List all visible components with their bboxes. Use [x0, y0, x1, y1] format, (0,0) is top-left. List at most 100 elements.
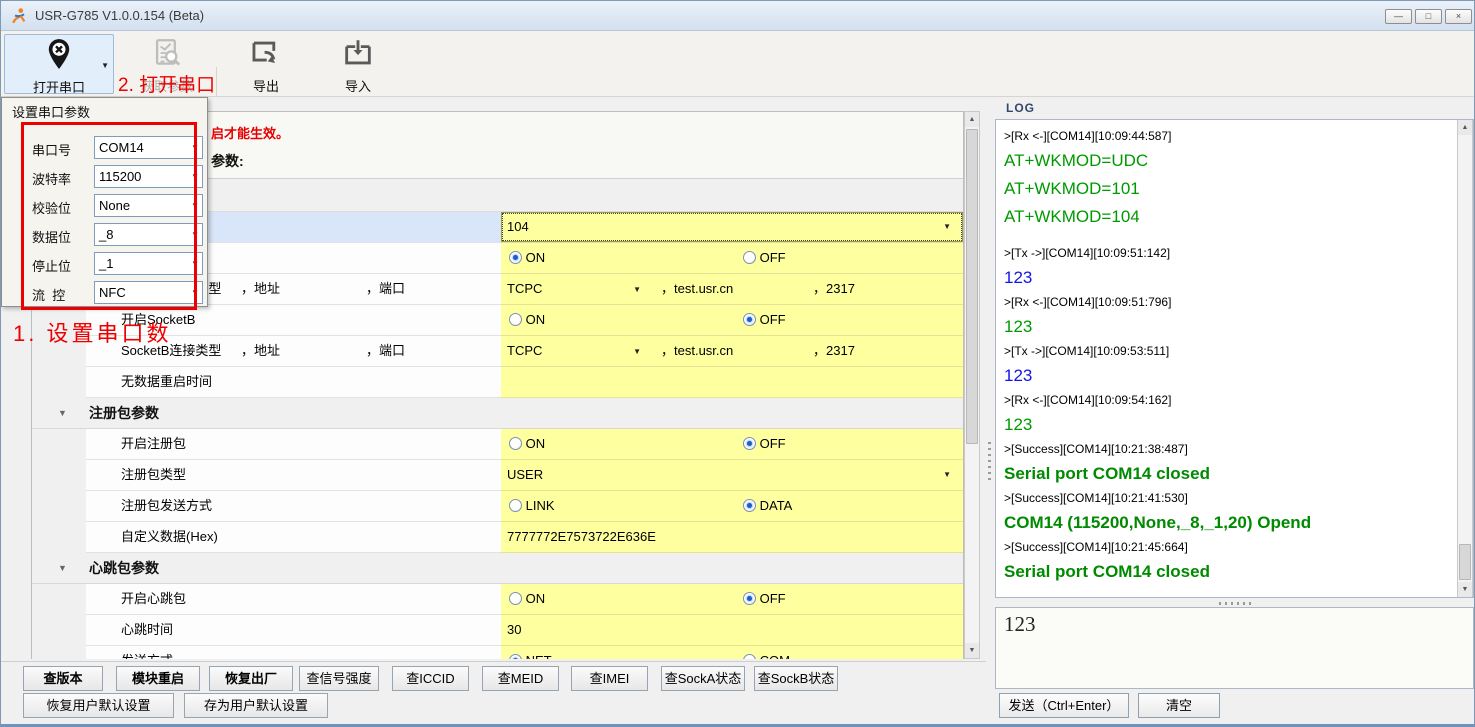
- radio-icon[interactable]: [743, 499, 756, 512]
- radio-label: OFF: [756, 591, 786, 606]
- radio-icon[interactable]: [509, 592, 522, 605]
- log-line: >[Rx <-][COM14][10:09:51:796]: [1004, 292, 1444, 313]
- section-title: 心跳包参数: [89, 553, 159, 583]
- combo-arrow-icon[interactable]: ▼: [191, 282, 199, 304]
- protocol-dropdown[interactable]: TCPC▼: [507, 340, 647, 363]
- radio-option[interactable]: ON: [509, 584, 545, 614]
- radio-label: ON: [522, 591, 545, 606]
- radio-icon[interactable]: [743, 251, 756, 264]
- radio-option[interactable]: OFF: [743, 584, 786, 614]
- command-button[interactable]: 恢复用户默认设置: [23, 693, 174, 718]
- command-button[interactable]: 模块重启: [116, 666, 200, 691]
- command-button[interactable]: 恢复出厂: [209, 666, 293, 691]
- serial-field-combobox[interactable]: _1▼: [94, 252, 203, 275]
- scroll-up-icon[interactable]: ▲: [965, 112, 979, 127]
- combo-arrow-icon[interactable]: ▼: [191, 166, 199, 188]
- radio-option[interactable]: ON: [509, 243, 545, 273]
- dropdown-arrow-icon[interactable]: ▼: [943, 212, 951, 242]
- serial-field-combobox[interactable]: NFC▼: [94, 281, 203, 304]
- radio-icon[interactable]: [743, 654, 756, 659]
- row-label: 注册包类型: [121, 460, 186, 490]
- minimize-button[interactable]: —: [1385, 9, 1412, 24]
- port-value[interactable]: ，2317: [813, 336, 855, 366]
- combo-arrow-icon[interactable]: ▼: [191, 137, 199, 159]
- command-button[interactable]: 查MEID: [482, 666, 559, 691]
- combo-arrow-icon[interactable]: ▼: [191, 253, 199, 275]
- radio-icon[interactable]: [743, 313, 756, 326]
- section-header[interactable]: ▼ 心跳包参数: [32, 553, 963, 584]
- row-value-cell: [501, 367, 963, 398]
- clear-button[interactable]: 清空: [1138, 693, 1220, 718]
- combo-arrow-icon[interactable]: ▼: [191, 224, 199, 246]
- protocol-dropdown[interactable]: TCPC▼: [507, 278, 647, 301]
- open-serial-button[interactable]: 打开串口 ▼: [4, 34, 114, 94]
- vertical-splitter[interactable]: [986, 97, 993, 661]
- log-splitter-handle-icon: [1219, 602, 1253, 605]
- value-dropdown[interactable]: 104▼: [501, 212, 963, 242]
- collapse-triangle-icon[interactable]: ▼: [58, 553, 67, 583]
- command-button[interactable]: 查ICCID: [392, 666, 469, 691]
- radio-icon[interactable]: [509, 313, 522, 326]
- log-scroll-down-icon[interactable]: ▼: [1458, 582, 1472, 597]
- command-button[interactable]: 查IMEI: [571, 666, 648, 691]
- port-value[interactable]: ，2317: [813, 274, 855, 304]
- radio-icon[interactable]: [743, 592, 756, 605]
- text-value[interactable]: 7777772E7573722E636E: [507, 522, 656, 552]
- row-gutter: [32, 429, 86, 460]
- radio-option[interactable]: LINK: [509, 491, 555, 521]
- address-value[interactable]: ，test.usr.cn: [661, 336, 733, 366]
- row-value-cell: 7777772E7573722E636E: [501, 522, 963, 553]
- send-button[interactable]: 发送（Ctrl+Enter）: [999, 693, 1129, 718]
- radio-option[interactable]: ON: [509, 305, 545, 335]
- export-button[interactable]: 导出: [229, 34, 303, 94]
- settings-row: 发送方式 NET COM: [32, 646, 963, 659]
- radio-option[interactable]: DATA: [743, 491, 792, 521]
- command-button[interactable]: 查SockA状态: [661, 666, 745, 691]
- radio-option[interactable]: OFF: [743, 243, 786, 273]
- serial-field-combobox[interactable]: _8▼: [94, 223, 203, 246]
- radio-option[interactable]: ON: [509, 429, 545, 459]
- command-button[interactable]: 查版本: [23, 666, 103, 691]
- radio-icon[interactable]: [509, 251, 522, 264]
- row-gutter: [32, 584, 86, 615]
- section-header[interactable]: ▼注册包参数: [32, 398, 963, 429]
- combo-arrow-icon[interactable]: ▼: [191, 195, 199, 217]
- radio-option[interactable]: NET: [509, 646, 552, 659]
- serial-field-combobox[interactable]: COM14▼: [94, 136, 203, 159]
- log-scrollbar[interactable]: ▲ ▼: [1457, 120, 1473, 597]
- radio-option[interactable]: OFF: [743, 305, 786, 335]
- scroll-down-icon[interactable]: ▼: [965, 643, 979, 658]
- radio-option[interactable]: OFF: [743, 429, 786, 459]
- log-scrollbar-thumb[interactable]: [1459, 544, 1471, 580]
- open-serial-dropdown-arrow[interactable]: ▼: [101, 61, 109, 70]
- command-button[interactable]: 存为用户默认设置: [184, 693, 328, 718]
- radio-option[interactable]: COM: [743, 646, 790, 659]
- collapse-triangle-icon[interactable]: ▼: [58, 398, 67, 428]
- radio-icon[interactable]: [743, 437, 756, 450]
- close-button[interactable]: ×: [1445, 9, 1472, 24]
- value-dropdown[interactable]: USER▼: [501, 460, 963, 490]
- serial-field-combobox[interactable]: 115200▼: [94, 165, 203, 188]
- settings-scrollbar-thumb[interactable]: [966, 129, 978, 444]
- log-horizontal-splitter[interactable]: [995, 599, 1474, 607]
- text-value[interactable]: 30: [507, 615, 521, 645]
- dropdown-arrow-icon[interactable]: ▼: [943, 460, 951, 490]
- settings-scrollbar[interactable]: ▲ ▼: [964, 111, 980, 659]
- maximize-button[interactable]: □: [1415, 9, 1442, 24]
- log-line: >[Rx <-][COM14][10:09:44:587]: [1004, 126, 1444, 147]
- radio-icon[interactable]: [509, 654, 522, 659]
- radio-icon[interactable]: [509, 499, 522, 512]
- import-button[interactable]: 导入: [321, 34, 395, 94]
- log-output[interactable]: >[Rx <-][COM14][10:09:44:587]AT+WKMOD=UD…: [995, 119, 1474, 598]
- dropdown-arrow-icon[interactable]: ▼: [633, 278, 641, 301]
- radio-icon[interactable]: [509, 437, 522, 450]
- row-label-addr: ，地址: [241, 274, 280, 304]
- row-value-cell: TCPC▼ ，test.usr.cn ，2317: [501, 274, 963, 305]
- command-button[interactable]: 查SockB状态: [754, 666, 838, 691]
- log-scroll-up-icon[interactable]: ▲: [1458, 120, 1472, 135]
- serial-field-combobox[interactable]: None▼: [94, 194, 203, 217]
- dropdown-arrow-icon[interactable]: ▼: [633, 340, 641, 363]
- address-value[interactable]: ，test.usr.cn: [661, 274, 733, 304]
- send-input[interactable]: [995, 607, 1474, 689]
- command-button[interactable]: 查信号强度: [299, 666, 379, 691]
